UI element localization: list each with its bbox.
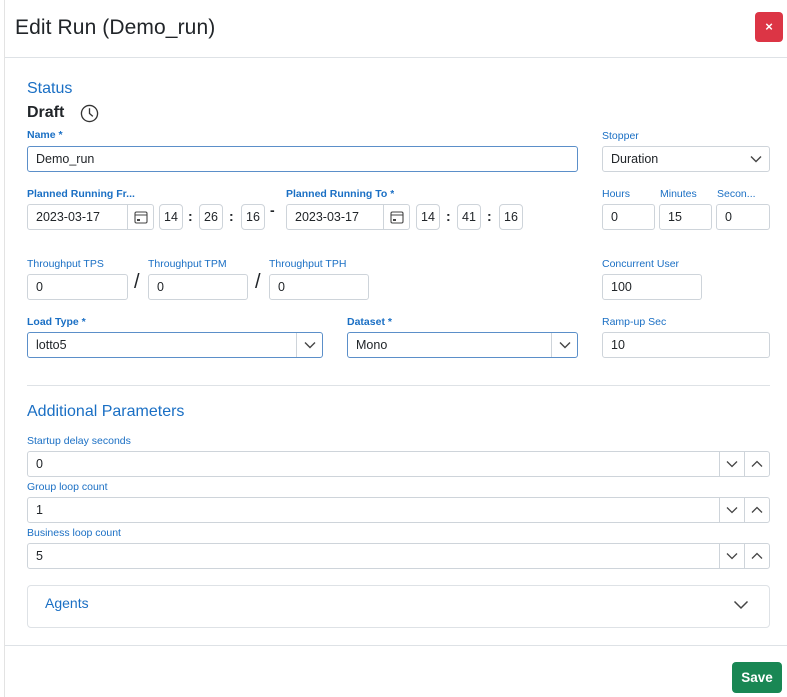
business-loop-label: Business loop count	[27, 527, 121, 539]
decrement-chevron-down-icon[interactable]	[719, 498, 743, 522]
planned-to-date-input[interactable]: 2023-03-17	[286, 204, 410, 230]
time-separator: :	[446, 208, 451, 224]
section-divider	[27, 385, 770, 386]
increment-chevron-up-icon[interactable]	[744, 544, 768, 568]
decrement-chevron-down-icon[interactable]	[719, 452, 743, 476]
startup-delay-label: Startup delay seconds	[27, 435, 131, 447]
decrement-chevron-down-icon[interactable]	[719, 544, 743, 568]
minutes-label: Minutes	[660, 188, 697, 200]
concurrent-user-label: Concurrent User	[602, 258, 680, 270]
group-loop-input[interactable]: 1	[27, 497, 770, 523]
rampup-label: Ramp-up Sec	[602, 316, 667, 328]
stopper-label: Stopper	[602, 130, 639, 142]
agents-label: Agents	[45, 595, 89, 611]
modal-footer-divider	[5, 645, 787, 646]
agents-accordion[interactable]: Agents	[27, 585, 770, 628]
hours-input[interactable]: 0	[602, 204, 655, 230]
close-button[interactable]: ×	[755, 12, 783, 42]
planned-from-second-input[interactable]: 16	[241, 204, 265, 230]
planned-from-hour-input[interactable]: 14	[159, 204, 183, 230]
modal-header: Edit Run (Demo_run) ×	[5, 0, 787, 58]
planned-to-label: Planned Running To *	[286, 188, 395, 200]
chevron-down-icon	[743, 147, 769, 171]
calendar-icon[interactable]	[383, 205, 409, 229]
rampup-input[interactable]: 10	[602, 332, 770, 358]
load-type-select[interactable]: lotto5	[27, 332, 323, 358]
dataset-value: Mono	[356, 338, 388, 352]
history-clock-icon[interactable]	[80, 104, 99, 123]
planned-from-date-value: 2023-03-17	[36, 210, 100, 224]
time-separator: :	[229, 208, 234, 224]
dataset-select[interactable]: Mono	[347, 332, 578, 358]
time-separator: :	[487, 208, 492, 224]
minutes-input[interactable]: 15	[659, 204, 712, 230]
planned-to-hour-input[interactable]: 14	[416, 204, 440, 230]
business-loop-value: 5	[36, 549, 43, 563]
increment-chevron-up-icon[interactable]	[744, 498, 768, 522]
planned-to-second-input[interactable]: 16	[499, 204, 523, 230]
seconds-input[interactable]: 0	[716, 204, 770, 230]
startup-delay-value: 0	[36, 457, 43, 471]
throughput-tpm-input[interactable]: 0	[148, 274, 248, 300]
group-loop-label: Group loop count	[27, 481, 108, 493]
planned-to-minute-input[interactable]: 41	[457, 204, 481, 230]
throughput-tpm-label: Throughput TPM	[148, 258, 227, 270]
throughput-separator: /	[255, 271, 261, 293]
chevron-down-icon	[296, 333, 322, 357]
chevron-down-icon[interactable]	[733, 600, 749, 610]
planned-from-label: Planned Running Fr...	[27, 188, 135, 200]
throughput-tph-label: Throughput TPH	[269, 258, 347, 270]
name-label: Name *	[27, 129, 63, 141]
hours-label: Hours	[602, 188, 631, 200]
increment-chevron-up-icon[interactable]	[744, 452, 768, 476]
dataset-label: Dataset *	[347, 316, 392, 328]
startup-delay-input[interactable]: 0	[27, 451, 770, 477]
edit-run-modal: Edit Run (Demo_run) × Status Draft Name …	[4, 0, 787, 697]
throughput-tps-label: Throughput TPS	[27, 258, 104, 270]
additional-parameters-title: Additional Parameters	[27, 403, 185, 420]
group-loop-value: 1	[36, 503, 43, 517]
throughput-tps-input[interactable]: 0	[27, 274, 128, 300]
concurrent-user-input[interactable]: 100	[602, 274, 702, 300]
range-separator: -	[270, 202, 275, 218]
load-type-label: Load Type *	[27, 316, 86, 328]
throughput-tph-input[interactable]: 0	[269, 274, 369, 300]
stopper-value: Duration	[611, 152, 659, 166]
status-section-title: Status	[27, 80, 73, 97]
load-type-value: lotto5	[36, 338, 67, 352]
status-value: Draft	[27, 104, 65, 121]
chevron-down-icon	[551, 333, 577, 357]
throughput-separator: /	[134, 271, 140, 293]
stopper-select[interactable]: Duration	[602, 146, 770, 172]
calendar-icon[interactable]	[127, 205, 153, 229]
planned-to-date-value: 2023-03-17	[295, 210, 359, 224]
planned-from-date-input[interactable]: 2023-03-17	[27, 204, 154, 230]
name-input[interactable]: Demo_run	[27, 146, 578, 172]
modal-title: Edit Run (Demo_run)	[15, 16, 216, 39]
time-separator: :	[188, 208, 193, 224]
business-loop-input[interactable]: 5	[27, 543, 770, 569]
seconds-label: Secon...	[717, 188, 756, 200]
save-button[interactable]: Save	[732, 662, 782, 693]
planned-from-minute-input[interactable]: 26	[199, 204, 223, 230]
